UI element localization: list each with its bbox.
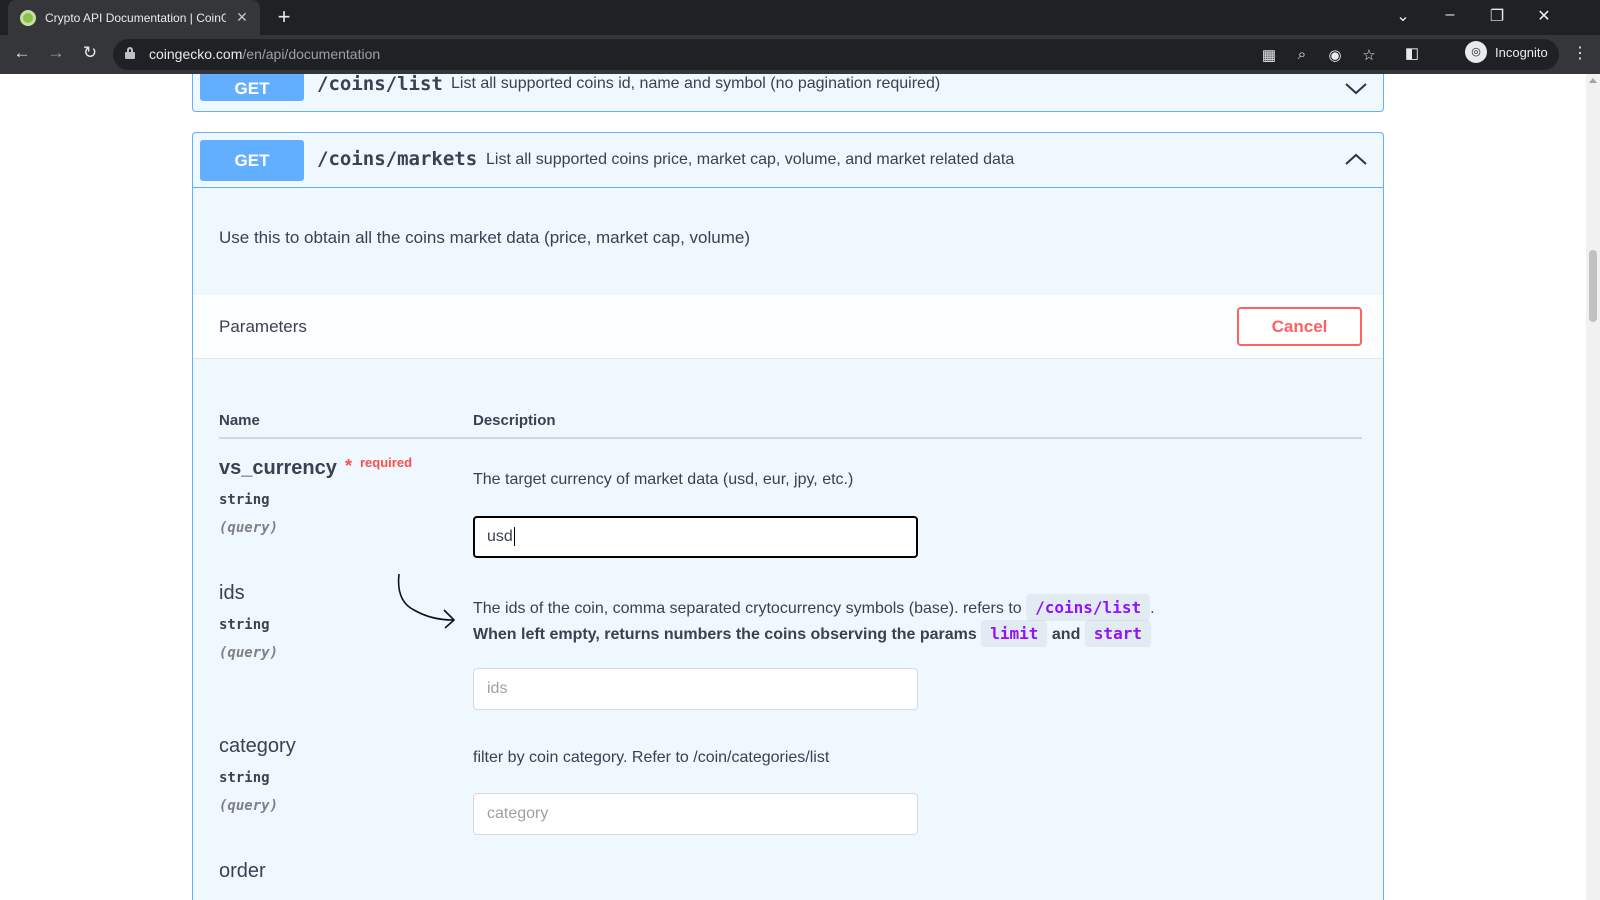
close-window-icon[interactable]: ✕ [1532, 6, 1556, 26]
restore-icon[interactable]: ❐ [1485, 6, 1509, 26]
param-type: string [219, 770, 270, 786]
forward-icon[interactable]: → [44, 43, 68, 63]
text-caret [513, 527, 515, 547]
code-limit: limit [981, 620, 1048, 647]
parameters-header: Parameters Cancel [193, 295, 1383, 359]
param-name-ids: ids [219, 582, 245, 604]
param-location: (query) [219, 798, 279, 814]
columns-divider [219, 437, 1362, 439]
url-path: /en/api/documentation [242, 46, 381, 62]
required-star: * [345, 456, 353, 476]
param-type: string [219, 492, 270, 508]
lock-icon[interactable] [125, 47, 135, 59]
incognito-label: Incognito [1495, 44, 1548, 60]
param-location: (query) [219, 520, 279, 536]
param-description: The ids of the coin, comma separated cry… [473, 594, 1155, 621]
reload-icon[interactable]: ↻ [78, 43, 102, 63]
column-header-name: Name [219, 412, 260, 429]
code-coins-list: /coins/list [1026, 594, 1151, 621]
endpoint-path: /coins/markets [317, 148, 478, 170]
minimize-icon[interactable]: – [1438, 6, 1462, 24]
ids-placeholder: ids [487, 680, 508, 697]
endpoint-coins-markets: GET /coins/markets List all supported co… [192, 132, 1384, 900]
new-tab-button[interactable]: + [272, 6, 296, 28]
endpoint-header[interactable]: GET /coins/markets List all supported co… [193, 133, 1383, 188]
tab-search-icon[interactable]: ⌄ [1391, 6, 1415, 26]
chevron-up-icon[interactable] [1345, 149, 1367, 171]
annotation-arrow-icon [397, 573, 456, 629]
incognito-icon: ◎ [1465, 41, 1487, 63]
param-name-vs-currency: vs_currency [219, 457, 337, 479]
column-header-description: Description [473, 412, 556, 429]
ids-description-end: . [1150, 600, 1155, 617]
ids-description-text: The ids of the coin, comma separated cry… [473, 600, 1022, 617]
ids-note-text: When left empty, returns numbers the coi… [473, 626, 977, 643]
ids-input[interactable]: ids [473, 668, 918, 710]
tab-title: Crypto API Documentation | CoinGe [45, 10, 227, 25]
scrollbar-thumb[interactable] [1589, 250, 1597, 322]
incognito-profile[interactable]: ◎ Incognito [1465, 41, 1548, 63]
param-name-order: order [219, 860, 266, 882]
code-start: start [1084, 620, 1151, 647]
param-description: The target currency of market data (usd,… [473, 471, 854, 488]
coingecko-favicon-icon [20, 9, 36, 26]
vs-currency-input[interactable]: usd [473, 516, 918, 558]
browser-menu-icon[interactable]: ⋮ [1572, 43, 1588, 63]
url-host: coingecko.com [149, 46, 243, 62]
vs-currency-value: usd [487, 528, 513, 545]
param-location: (query) [219, 645, 279, 661]
endpoint-description: Use this to obtain all the coins market … [219, 228, 751, 247]
category-input[interactable]: category [473, 793, 918, 835]
close-tab-icon[interactable]: ✕ [234, 9, 250, 26]
endpoint-summary: List all supported coins price, market c… [486, 151, 1015, 168]
address-bar[interactable]: coingecko.com/en/api/documentation ▦ ⌕ ◉… [113, 39, 1559, 70]
tracking-protection-icon[interactable]: ◉ [1326, 46, 1344, 64]
required-label: required [360, 455, 413, 470]
back-icon[interactable]: ← [10, 43, 34, 63]
param-name-category: category [219, 735, 296, 757]
endpoint-summary: List all supported coins id, name and sy… [451, 75, 941, 92]
page-scrollbar[interactable] [1586, 74, 1600, 900]
param-note: When left empty, returns numbers the coi… [473, 620, 1151, 647]
url-text: coingecko.com/en/api/documentation [149, 46, 380, 62]
endpoint-coins-list[interactable]: GET /coins/list List all supported coins… [192, 74, 1384, 112]
endpoint-header[interactable]: GET /coins/list List all supported coins… [193, 74, 1383, 111]
browser-toolbar: ← → ↻ coingecko.com/en/api/documentation… [0, 35, 1600, 74]
browser-tab-bar: Crypto API Documentation | CoinGe ✕ + ⌄ … [0, 0, 1600, 35]
zoom-icon[interactable]: ⌕ [1293, 46, 1311, 63]
page-viewport: GET /coins/list List all supported coins… [0, 74, 1586, 900]
method-badge: GET [200, 74, 304, 101]
side-panel-icon[interactable]: ◧ [1400, 44, 1424, 62]
chevron-down-icon[interactable] [1345, 77, 1367, 99]
param-type: string [219, 617, 270, 633]
cancel-button[interactable]: Cancel [1237, 307, 1362, 346]
scroll-up-arrow-icon[interactable] [1589, 78, 1597, 83]
qr-code-icon[interactable]: ▦ [1260, 46, 1278, 64]
browser-tab[interactable]: Crypto API Documentation | CoinGe ✕ [8, 0, 260, 35]
bookmark-star-icon[interactable]: ☆ [1360, 46, 1378, 64]
endpoint-path: /coins/list [317, 74, 443, 95]
param-description: filter by coin category. Refer to /coin/… [473, 749, 830, 766]
method-badge: GET [200, 140, 304, 181]
parameters-title: Parameters [219, 317, 307, 336]
category-placeholder: category [487, 805, 549, 822]
ids-note-and: and [1051, 626, 1081, 643]
